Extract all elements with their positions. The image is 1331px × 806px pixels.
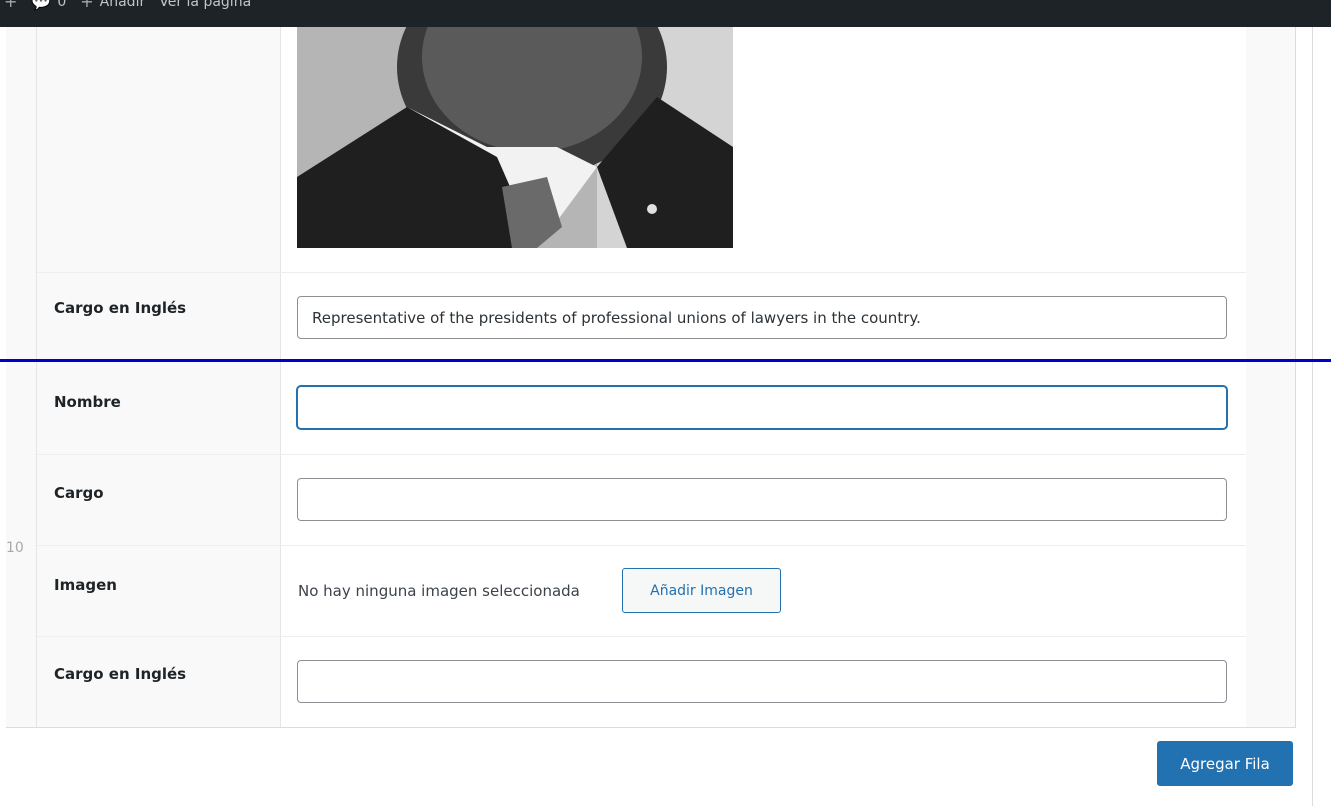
row-separator	[37, 454, 1246, 455]
nombre-input[interactable]	[297, 386, 1227, 429]
field-label-cargo-en-ingles: Cargo en Inglés	[54, 299, 187, 317]
add-row-button[interactable]: Agregar Fila	[1157, 741, 1293, 786]
no-image-text: No hay ninguna imagen seleccionada	[298, 582, 580, 600]
cargo-input[interactable]	[297, 478, 1227, 521]
admin-bar: + 💬 0 + Añadir Ver la página	[0, 0, 1331, 27]
label-column	[37, 27, 281, 727]
row-actions-column[interactable]	[1246, 27, 1295, 727]
row-handle-column[interactable]: 10	[6, 27, 37, 727]
field-label-cargo-en-ingles-new: Cargo en Inglés	[54, 665, 187, 683]
plus-icon: +	[4, 0, 18, 11]
admin-bar-view-page[interactable]: Ver la página	[159, 0, 251, 10]
field-label-imagen: Imagen	[54, 576, 117, 594]
portrait-graphic	[297, 27, 733, 248]
admin-bar-comments[interactable]: 💬 0	[31, 0, 66, 11]
add-image-button[interactable]: Añadir Imagen	[622, 568, 781, 613]
plus-icon: +	[80, 0, 94, 11]
admin-bar-plus-item[interactable]: +	[4, 0, 17, 11]
view-page-label: Ver la página	[159, 0, 252, 10]
row-divider	[0, 359, 1331, 362]
field-label-cargo: Cargo	[54, 484, 104, 502]
row-separator	[37, 272, 1246, 273]
comment-icon: 💬	[31, 0, 52, 11]
row-separator	[37, 636, 1246, 637]
comments-count: 0	[57, 0, 67, 10]
field-label-nombre: Nombre	[54, 393, 121, 411]
new-label: Añadir	[99, 0, 146, 10]
scrollbar[interactable]	[1312, 27, 1331, 806]
admin-bar-new[interactable]: + Añadir	[80, 0, 145, 11]
row-separator	[37, 545, 1246, 546]
cargo-en-ingles-input[interactable]	[297, 660, 1227, 703]
cargo-en-ingles-input-prev[interactable]	[297, 296, 1227, 339]
admin-bar-items: + 💬 0 + Añadir Ver la página	[4, 0, 251, 15]
portrait-image	[297, 27, 733, 248]
row-number: 10	[6, 540, 24, 556]
